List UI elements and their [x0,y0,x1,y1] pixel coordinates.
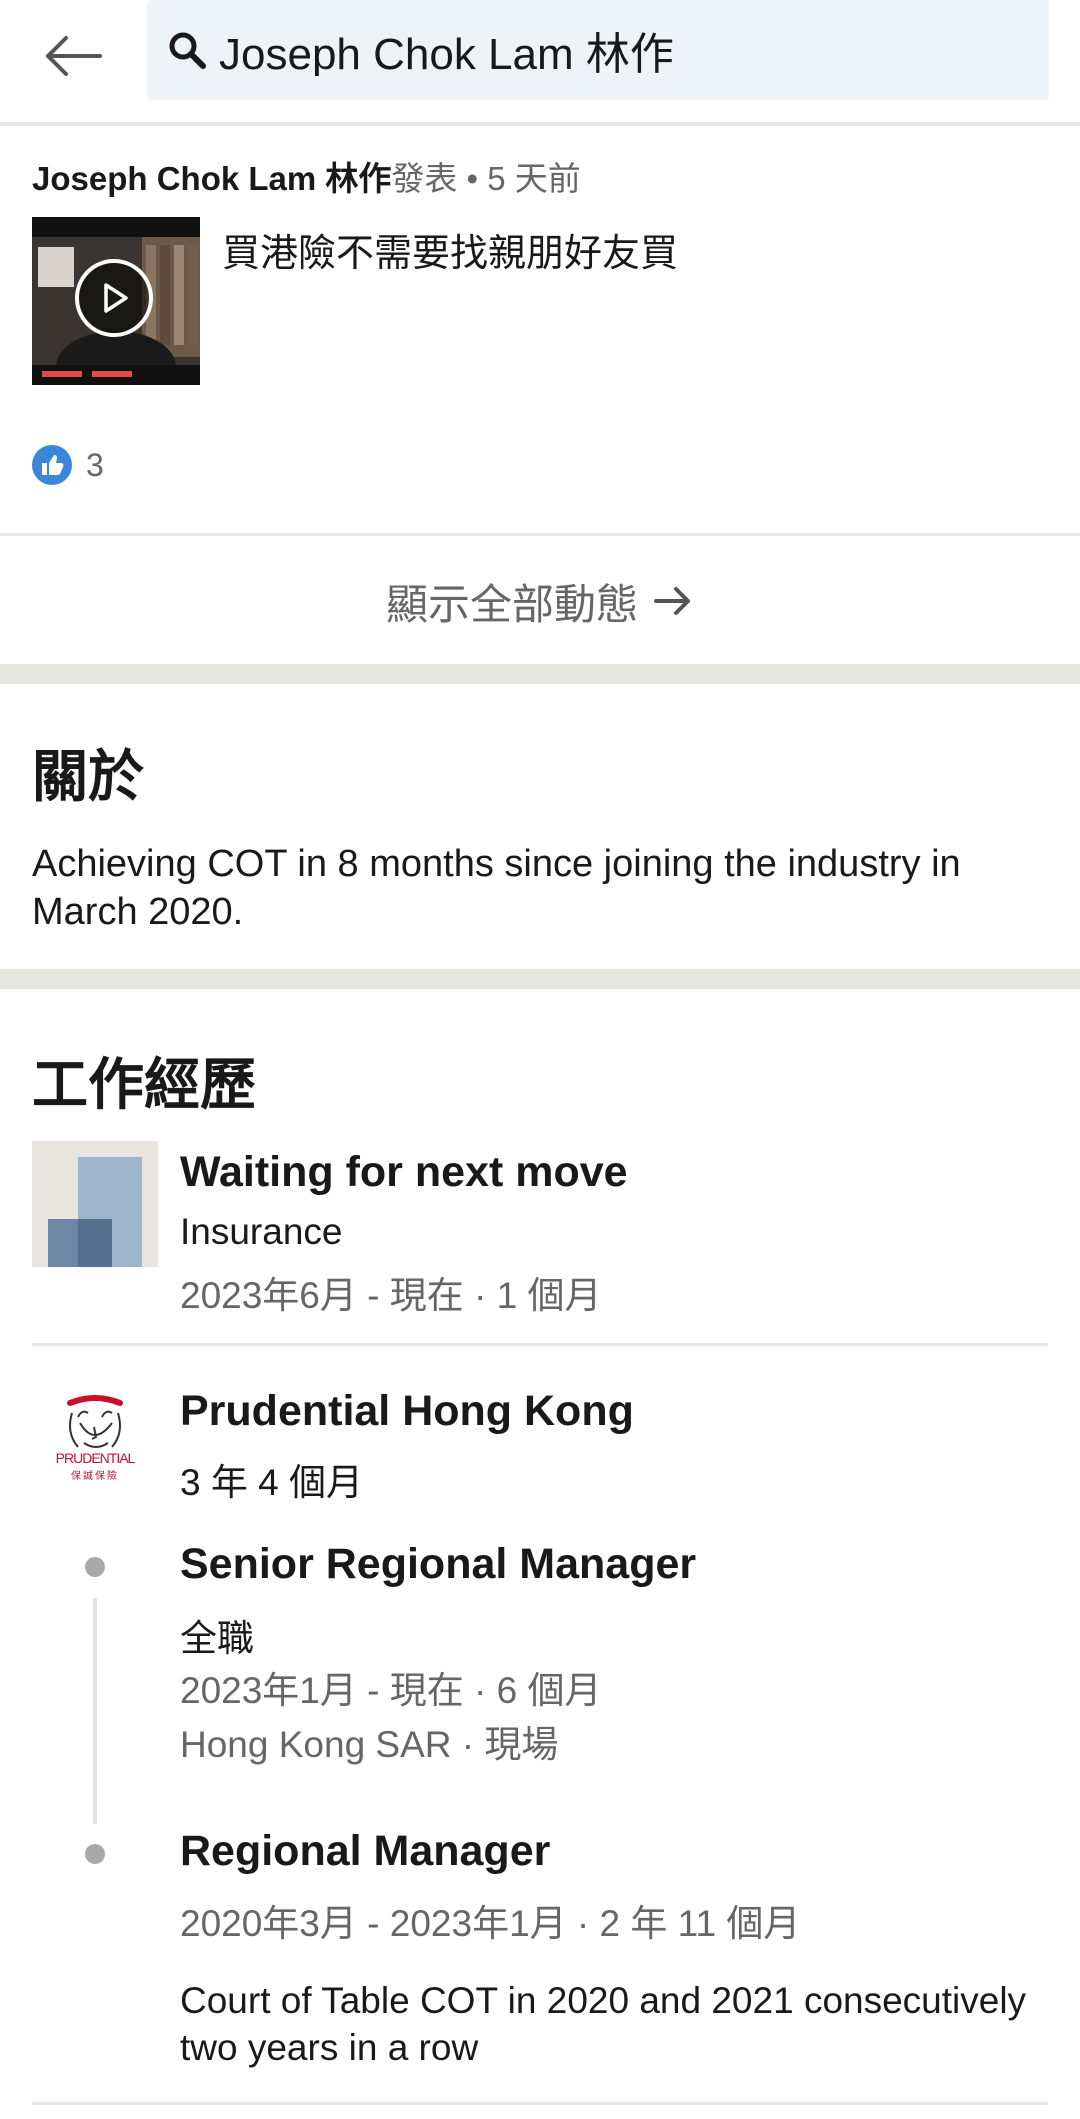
post-time: • 5 天前 [457,160,581,197]
video-thumbnail[interactable] [32,217,200,385]
role-type-1: 全職 [180,1618,254,1659]
arrow-right-icon [654,587,690,615]
post-author[interactable]: Joseph Chok Lam 林作 [32,160,391,197]
building-icon [32,1141,158,1267]
svg-text:保誠保險: 保誠保險 [71,1469,119,1482]
timeline-dot [85,1844,105,1864]
like-count: 3 [86,446,104,483]
experience-dates-1: 2023年6月 - 現在 · 1 個月 [180,1275,602,1316]
company-logo-placeholder[interactable] [32,1141,158,1267]
timeline-line [93,1598,97,1824]
role-location-1: Hong Kong SAR · 現場 [180,1724,559,1765]
section-separator [0,664,1080,684]
post-action: 發表 [391,160,458,197]
role-title-1[interactable]: Senior Regional Manager [180,1540,696,1589]
role-dates-1: 2023年1月 - 現在 · 6 個月 [180,1670,602,1711]
search-input[interactable] [217,24,1041,76]
like-icon [32,445,72,485]
back-button[interactable] [30,14,114,98]
post-meta: Joseph Chok Lam 林作發表 • 5 天前 [32,152,581,200]
divider [0,533,1080,536]
show-all-label: 顯示全部動態 [385,580,638,628]
divider [32,1343,1048,1346]
svg-text:PRUDENTIAL: PRUDENTIAL [56,1450,136,1466]
experience-company-2[interactable]: Prudential Hong Kong [180,1387,634,1436]
timeline-dot [85,1557,105,1577]
experience-company-1: Insurance [180,1211,343,1252]
search-icon [167,30,207,70]
role-dates-2: 2020年3月 - 2023年1月 · 2 年 11 個月 [180,1903,801,1944]
reactions[interactable]: 3 [32,445,104,485]
back-arrow-icon [46,36,102,76]
section-separator [0,969,1080,989]
post-text[interactable]: 買港險不需要找親朋好友買 [222,222,678,277]
prudential-logo[interactable]: PRUDENTIAL 保誠保險 [32,1383,158,1509]
about-title: 關於 [32,745,144,808]
about-text: Achieving COT in 8 months since joining … [32,843,961,933]
experience-title-1[interactable]: Waiting for next move [180,1148,628,1197]
search-bar[interactable] [147,0,1049,100]
play-icon [104,283,128,313]
role-title-2[interactable]: Regional Manager [180,1827,550,1876]
experience-duration-2: 3 年 4 個月 [180,1462,363,1503]
play-button[interactable] [75,259,153,337]
show-all-activity-button[interactable]: 顯示全部動態 [0,538,1080,664]
role-description-2: Court of Table COT in 2020 and 2021 cons… [180,1980,1027,2068]
experience-title: 工作經歷 [32,1053,256,1116]
divider [32,2102,1048,2105]
